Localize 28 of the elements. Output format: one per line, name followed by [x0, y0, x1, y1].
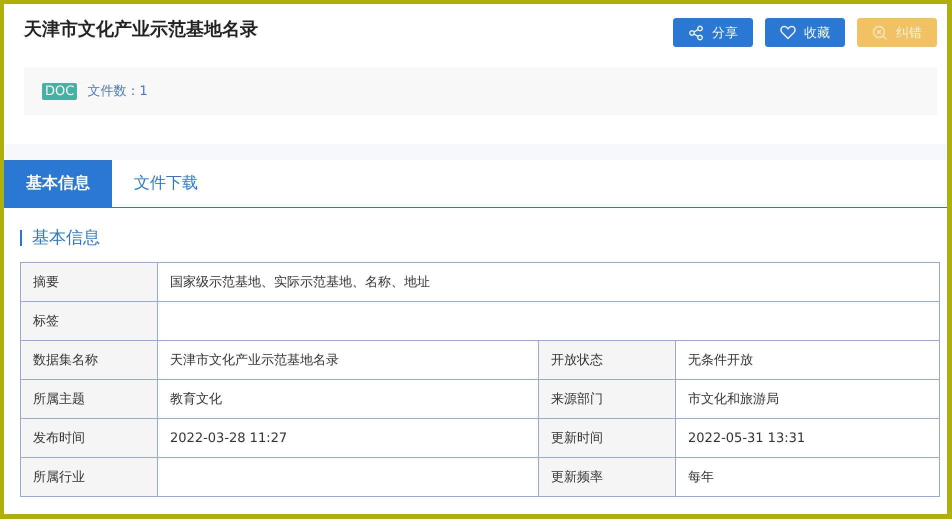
field-label: 发布时间 [20, 418, 158, 458]
field-value: 无条件开放 [676, 340, 940, 380]
field-label: 所属主题 [20, 380, 158, 418]
heart-icon [780, 25, 796, 40]
file-count: 文件数：1 [87, 83, 148, 100]
field-label: 摘要 [20, 262, 158, 302]
field-value: 市文化和旅游局 [676, 380, 940, 418]
field-label: 来源部门 [538, 380, 676, 418]
field-value: 教育文化 [158, 380, 538, 418]
section-heading: 基本信息 [20, 230, 939, 246]
field-label: 开放状态 [538, 340, 676, 380]
field-value: 国家级示范基地、实际示范基地、名称、地址 [158, 262, 940, 302]
field-value: 天津市文化产业示范基地名录 [158, 340, 538, 380]
tab[interactable]: 基本信息 [4, 160, 112, 207]
field-value: 2022-05-31 13:31 [676, 418, 940, 458]
field-label: 数据集名称 [20, 340, 158, 380]
field-label: 更新时间 [538, 418, 676, 458]
share-button[interactable]: 分享 [673, 18, 753, 47]
field-label: 标签 [20, 302, 158, 340]
share-icon [688, 24, 704, 40]
field-value: 每年 [676, 458, 940, 496]
field-label: 更新频率 [538, 458, 676, 496]
favorite-button[interactable]: 收藏 [765, 18, 845, 47]
format-badge: DOC [42, 82, 78, 100]
magnifier-icon [872, 24, 888, 40]
field-value: 2022-03-28 11:27 [158, 418, 538, 458]
dataset-title: 天津市文化产业示范基地名录 [24, 18, 258, 42]
field-label: 所属行业 [20, 458, 158, 496]
